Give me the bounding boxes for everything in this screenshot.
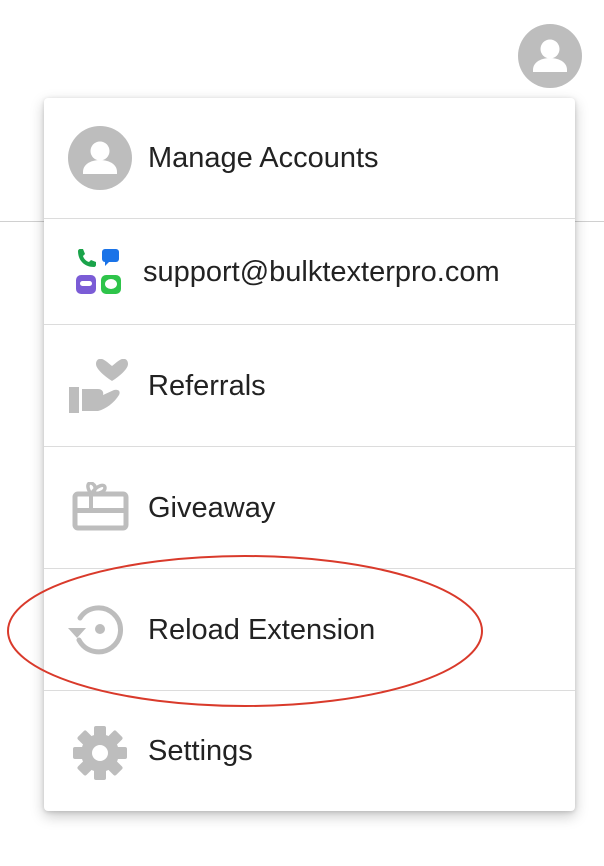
hand-heart-icon xyxy=(68,358,130,420)
menu-item-label: Giveaway xyxy=(148,492,276,524)
menu-item-label: Referrals xyxy=(148,370,266,402)
bulk-texter-apps-icon xyxy=(74,248,126,301)
support-email-label: support@bulktexterpro.com xyxy=(143,256,500,288)
menu-item-label: Settings xyxy=(148,735,253,767)
menu-item-referrals[interactable]: Referrals xyxy=(44,325,575,447)
person-icon xyxy=(533,39,567,72)
account-avatar-button[interactable] xyxy=(518,24,582,88)
menu-item-label: Manage Accounts xyxy=(148,142,379,174)
menu-item-manage-accounts[interactable]: Manage Accounts xyxy=(44,98,575,219)
gift-card-icon xyxy=(72,481,130,537)
menu-item-giveaway[interactable]: Giveaway xyxy=(44,447,575,569)
account-menu: Manage Accounts support@bulktexterpro.co… xyxy=(44,98,575,811)
menu-item-settings[interactable]: Settings xyxy=(44,691,575,811)
menu-item-support-email[interactable]: support@bulktexterpro.com xyxy=(44,219,575,325)
menu-item-reload-extension[interactable]: Reload Extension xyxy=(44,569,575,691)
reload-icon xyxy=(68,604,126,663)
gear-icon xyxy=(72,725,128,786)
menu-item-label: Reload Extension xyxy=(148,614,376,646)
account-circle-icon xyxy=(68,126,132,195)
